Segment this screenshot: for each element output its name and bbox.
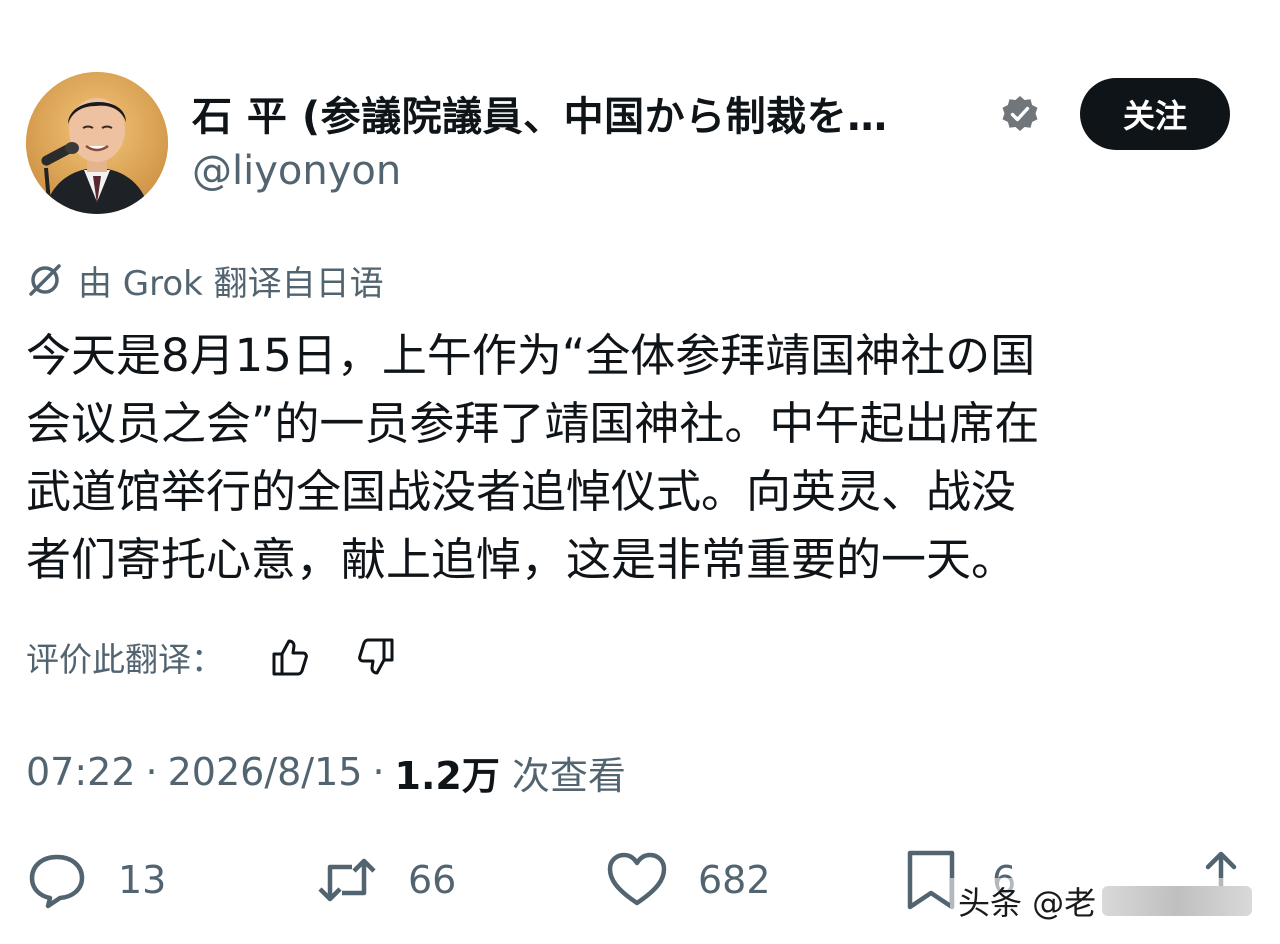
thumbs-down-icon (358, 638, 394, 675)
reply-button[interactable]: 13 (26, 848, 166, 912)
tweet-text-line: 者们寄托心意，献上追悼，这是非常重要的一天。 (26, 533, 1017, 586)
thumbs-up-icon (272, 639, 308, 676)
thumbs-down-button[interactable] (350, 632, 400, 682)
watermark: 头条 @老 (950, 878, 1261, 924)
heart-icon (607, 852, 667, 906)
tweet-text: 今天是8月15日，上午作为“全体参拜靖国神社の国 会议员之会”的一员参拜了靖国神… (26, 322, 1246, 594)
verified-badge-icon (1002, 96, 1038, 131)
avatar-photo (26, 72, 168, 214)
repost-count: 66 (408, 858, 457, 902)
tweet-meta: 07:22 · 2026/8/15 · 1.2万 次查看 (26, 744, 626, 800)
tweet-text-line: 武道馆举行的全国战没者追悼仪式。向英灵、战没 (26, 465, 1017, 518)
rate-translation: 评价此翻译： (26, 632, 400, 682)
tweet-text-line: 会议员之会”的一员参拜了靖国神社。中午起出席在 (26, 397, 1040, 450)
like-button[interactable]: 682 (606, 848, 771, 912)
views-label: 次查看 (511, 753, 626, 798)
rate-translation-label: 评价此翻译： (26, 640, 224, 679)
tweet-detail-page: 石 平 (参議院議員、中国から制裁を… @liyonyon 关注 由 Grok … (0, 0, 1280, 944)
translate-icon (29, 264, 61, 296)
avatar[interactable] (26, 72, 168, 214)
watermark-text: 头条 @老 (958, 884, 1097, 922)
repost-button[interactable]: 66 (316, 848, 456, 912)
views-count: 1.2万 (394, 753, 500, 798)
reply-count: 13 (118, 858, 167, 902)
watermark-blur (1102, 886, 1253, 916)
thumbs-up-button[interactable] (266, 632, 316, 682)
reply-icon (29, 854, 85, 909)
translation-notice: 由 Grok 翻译自日语 (26, 256, 384, 304)
tweet-text-line: 今天是8月15日，上午作为“全体参拜靖国神社の国 (26, 329, 1036, 382)
follow-button[interactable]: 关注 (1080, 78, 1230, 150)
tweet-date[interactable]: 2026/8/15 (168, 750, 363, 794)
repost-icon (318, 858, 376, 902)
like-count: 682 (698, 858, 771, 902)
meta-separator: · (145, 750, 158, 794)
user-handle[interactable]: @liyonyon (192, 148, 401, 194)
meta-separator: · (372, 750, 385, 794)
translation-notice-text: 由 Grok 翻译自日语 (78, 263, 384, 304)
tweet-time[interactable]: 07:22 (26, 750, 136, 794)
display-name[interactable]: 石 平 (参議院議員、中国から制裁を… (192, 84, 888, 142)
